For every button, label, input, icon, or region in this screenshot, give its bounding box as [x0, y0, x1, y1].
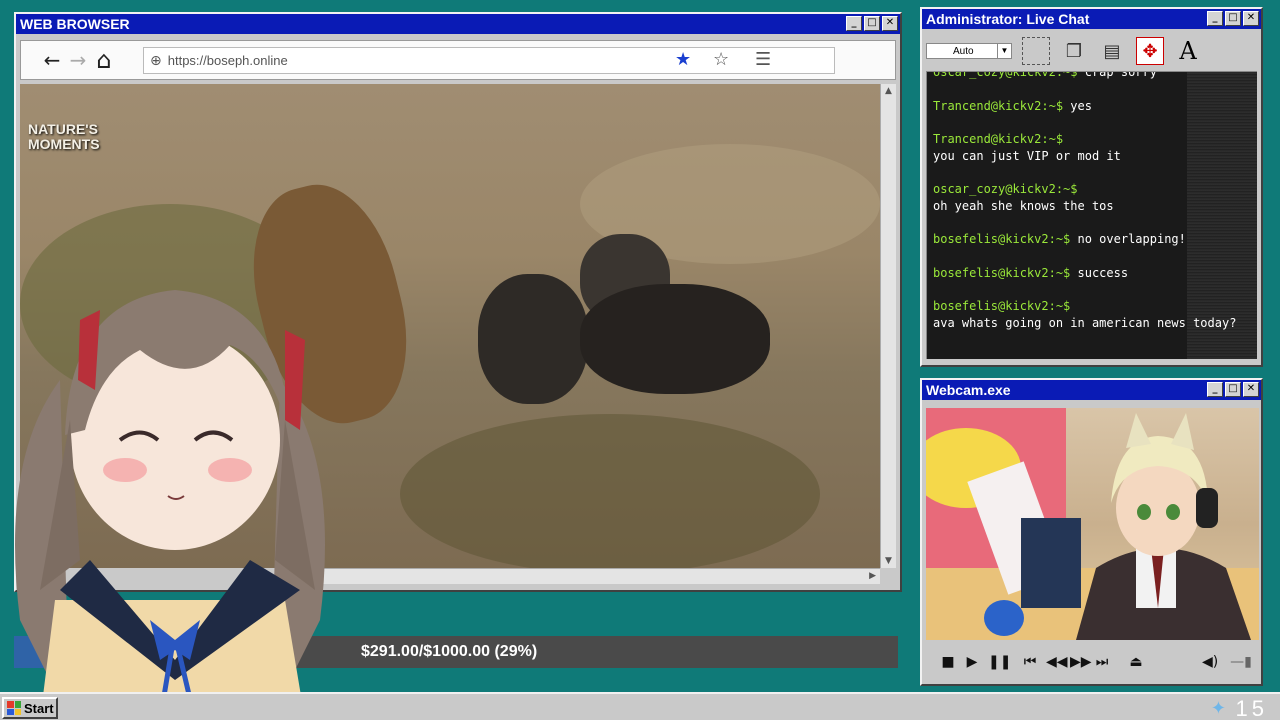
close-button[interactable]: ✕	[1243, 11, 1259, 26]
chat-log[interactable]: oscar_cozy@kickv2:~$ crap sorry Trancend@…	[926, 71, 1257, 359]
chat-username: oscar_cozy@kickv2:~$	[933, 71, 1078, 79]
scroll-down-icon[interactable]: ▼	[885, 556, 892, 566]
progress-label: $291.00/$1000.00 (29%)	[361, 643, 538, 660]
skip-back-icon[interactable]: ⏮	[1022, 654, 1038, 670]
chat-message: bosefelis@kickv2:~$ no overlapping!	[933, 231, 1243, 248]
webcam-title: Webcam.exe	[926, 382, 1011, 398]
browser-navbar: ← → ⌂ ⊕ https://boseph.online ★ ☆ ☰	[20, 40, 896, 80]
pause-icon[interactable]: ❚❚	[988, 654, 1011, 670]
horizontal-scrollbar[interactable]: ▶	[316, 568, 880, 584]
back-icon[interactable]: ←	[39, 48, 65, 72]
chat-text: ava whats going on in american news toda…	[933, 315, 1237, 330]
fast-forward-icon[interactable]: ▶▶	[1070, 654, 1092, 670]
chat-window: Administrator: Live Chat _ □ ✕ Auto ▼ ❐ …	[920, 7, 1263, 367]
select-icon[interactable]	[1022, 37, 1050, 65]
chat-text: no overlapping!	[1070, 232, 1186, 246]
chat-toolbar: Auto ▼ ❐ ▤ ✥ A	[924, 33, 1259, 69]
stop-icon[interactable]: ■	[940, 654, 956, 670]
volume-slider[interactable]: —▮	[1226, 654, 1256, 670]
chat-title: Administrator: Live Chat	[926, 11, 1090, 27]
webcam-window: Webcam.exe _ □ ✕ ■ ▶ ❚❚ ⏮ ◀◀ ▶▶ ⏭ ⏏ ◀) —…	[920, 378, 1263, 686]
forward-icon[interactable]: →	[65, 48, 91, 72]
maximize-button[interactable]: □	[1225, 11, 1241, 26]
minimize-button[interactable]: _	[846, 16, 862, 31]
avatar-illustration	[15, 290, 325, 720]
chat-username: bosefelis@kickv2:~$	[933, 299, 1071, 313]
vertical-scrollbar[interactable]: ▲ ▼	[880, 84, 896, 568]
chat-username: oscar_cozy@kickv2:~$	[933, 182, 1078, 196]
rewind-icon[interactable]: ◀◀	[1046, 654, 1068, 670]
chat-message: bosefelis@kickv2:~$ success	[933, 265, 1243, 282]
home-icon[interactable]: ⌂	[91, 46, 117, 74]
chat-text: yes	[1063, 98, 1092, 113]
scroll-up-icon[interactable]: ▲	[885, 86, 892, 96]
chat-text: oh yeah she knows the tos	[933, 198, 1114, 213]
chat-message: oscar_cozy@kickv2:~$ crap sorry	[933, 71, 1243, 81]
bookmark-star-icon[interactable]: ★	[675, 49, 691, 70]
minimize-button[interactable]: _	[1207, 382, 1223, 397]
media-controls: ■ ▶ ❚❚ ⏮ ◀◀ ▶▶ ⏭ ⏏ ◀) —▮	[926, 644, 1259, 680]
chat-text: you can just VIP or mod it	[933, 148, 1121, 163]
chat-username: Trancend@kickv2:~$	[933, 98, 1064, 113]
chat-message: oscar_cozy@kickv2:~$oh yeah she knows th…	[933, 181, 1243, 214]
favorites-star-icon[interactable]: ☆	[713, 49, 729, 70]
copy-icon[interactable]: ❐	[1060, 37, 1088, 65]
chat-titlebar[interactable]: Administrator: Live Chat _ □ ✕	[922, 9, 1261, 29]
hyena-cub	[580, 284, 770, 394]
browser-titlebar[interactable]: WEB BROWSER _ □ ✕	[16, 14, 900, 34]
url-bar[interactable]: ⊕ https://boseph.online	[143, 47, 835, 74]
chat-messages: oscar_cozy@kickv2:~$ crap sorry Trancend@…	[933, 71, 1243, 348]
webcam-feed	[926, 408, 1259, 640]
chat-message: Trancend@kickv2:~$ you can just VIP or mo…	[933, 131, 1243, 164]
network-icon[interactable]: ✦	[1211, 698, 1226, 719]
browser-title: WEB BROWSER	[20, 16, 130, 32]
chat-username: Trancend@kickv2:~$	[933, 132, 1064, 146]
scroll-right-icon[interactable]: ▶	[869, 571, 876, 581]
font-select[interactable]: Auto ▼	[926, 43, 1012, 59]
chat-text: crap sorry	[1077, 71, 1157, 79]
maximize-button[interactable]: □	[864, 16, 880, 31]
watermark: NATURE'S MOMENTS	[28, 121, 100, 152]
chat-message: bosefelis@kickv2:~$ ava whats going on in…	[933, 298, 1243, 331]
maximize-button[interactable]: □	[1225, 382, 1241, 397]
chat-message: Trancend@kickv2:~$ yes	[933, 98, 1243, 115]
globe-icon: ⊕	[150, 52, 162, 69]
start-button[interactable]: Start	[2, 697, 58, 719]
chat-username: bosefelis@kickv2:~$	[933, 265, 1071, 280]
webcam-titlebar[interactable]: Webcam.exe _ □ ✕	[922, 380, 1261, 400]
paste-icon[interactable]: ▤	[1098, 37, 1126, 65]
skip-forward-icon[interactable]: ⏭	[1094, 654, 1110, 670]
move-icon[interactable]: ✥	[1136, 37, 1164, 65]
volume-icon[interactable]: ◀)	[1202, 654, 1218, 670]
font-icon[interactable]: A	[1174, 37, 1202, 65]
hyena-cub	[478, 274, 588, 404]
clock: 15	[1235, 696, 1268, 720]
menu-icon[interactable]: ☰	[755, 49, 771, 70]
windows-logo-icon	[7, 701, 21, 715]
minimize-button[interactable]: _	[1207, 11, 1223, 26]
close-button[interactable]: ✕	[882, 16, 898, 31]
grass-patch	[400, 414, 820, 568]
close-button[interactable]: ✕	[1243, 382, 1259, 397]
play-icon[interactable]: ▶	[964, 654, 980, 670]
chevron-down-icon[interactable]: ▼	[997, 44, 1011, 58]
chat-username: bosefelis@kickv2:~$	[933, 232, 1071, 246]
taskbar: Start ✦ 15	[0, 692, 1280, 720]
vtuber-avatar	[0, 260, 340, 720]
start-label: Start	[24, 700, 54, 716]
webcam-illustration	[926, 408, 1259, 640]
eject-icon[interactable]: ⏏	[1128, 654, 1144, 670]
url-text: https://boseph.online	[167, 53, 288, 68]
chat-text: success	[1070, 265, 1129, 280]
